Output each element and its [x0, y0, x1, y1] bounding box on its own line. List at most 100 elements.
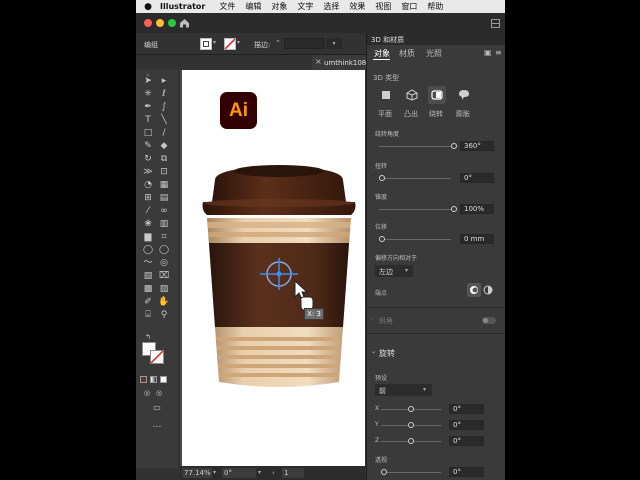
zoom-window-button[interactable]	[168, 19, 176, 27]
mesh-tool-icon[interactable]: ⊞	[142, 193, 154, 204]
rectangle-tool-icon[interactable]: □	[142, 128, 154, 139]
menu-select[interactable]: 选择	[323, 1, 339, 12]
perspective-grid-tool-icon[interactable]: ▦	[158, 180, 170, 191]
cap-on-button[interactable]	[467, 283, 481, 297]
stroke-dropdown-icon[interactable]: ▾	[237, 39, 240, 46]
eraser-tool-icon[interactable]: ◆	[158, 141, 170, 152]
shift-slider-knob[interactable]	[379, 236, 385, 242]
twirl-tool-icon[interactable]: ◎	[158, 258, 170, 269]
rotate-x-field[interactable]: 0°	[449, 404, 484, 414]
width-tool-icon[interactable]: ≫	[142, 167, 154, 178]
render-settings-icon[interactable]: ▣	[484, 48, 492, 57]
stroke-stepper[interactable]: ⌃	[275, 39, 281, 47]
image-trace-tool-icon[interactable]: ▩	[142, 284, 154, 295]
inflate-type-icon[interactable]	[458, 89, 470, 101]
bevel-toggle[interactable]	[482, 317, 496, 324]
preset-dropdown[interactable]: 前 ▾	[375, 384, 432, 396]
paintbrush-tool-icon[interactable]: /	[158, 128, 170, 139]
column-graph-tool-icon[interactable]: ▥	[158, 219, 170, 230]
bar-graph-tool-icon[interactable]: ▆	[142, 232, 154, 243]
edit-toolbar-icon[interactable]: …	[151, 420, 163, 431]
taper-field[interactable]: 100%	[460, 204, 494, 214]
draw-behind-icon[interactable]: ◎	[153, 388, 165, 399]
tab-materials[interactable]: 材质	[399, 48, 415, 59]
stroke-swatch[interactable]	[224, 38, 236, 50]
rotate-z-slider-knob[interactable]	[408, 438, 414, 444]
magic-wand-tool-icon[interactable]: ✳	[142, 89, 154, 100]
apple-icon[interactable]: ●	[136, 2, 160, 12]
shape-builder-tool-icon[interactable]: ◔	[142, 180, 154, 191]
shaper-tool-icon[interactable]: ✎	[142, 141, 154, 152]
plane-type-icon[interactable]	[380, 89, 392, 101]
free-transform-tool-icon[interactable]: ⊡	[158, 167, 170, 178]
rotate-tool-icon[interactable]: ↻	[142, 154, 154, 165]
warp-tool-icon[interactable]: 〜	[142, 258, 154, 269]
zoom-dropdown-icon[interactable]: ▾	[213, 468, 216, 478]
menu-view[interactable]: 视图	[375, 1, 391, 12]
fill-dropdown-icon[interactable]: ▾	[213, 39, 216, 46]
gradient-mode-icon[interactable]	[150, 376, 157, 383]
artboard-tool-icon[interactable]: ⌗	[158, 232, 170, 243]
rotate-view-field[interactable]: 0°	[222, 468, 256, 478]
cap-off-icon[interactable]	[483, 285, 493, 295]
scale-tool-icon[interactable]: ⧉	[158, 154, 170, 165]
revolve-axis-dropdown[interactable]: 左边 ▾	[375, 265, 413, 277]
artboard[interactable]: Ai X: 3	[182, 70, 365, 466]
close-window-button[interactable]	[144, 19, 152, 27]
eyedropper-tool-icon[interactable]: ⁄	[142, 206, 154, 217]
chart-tool-icon[interactable]: ▧	[142, 271, 154, 282]
home-icon[interactable]	[179, 18, 190, 28]
rotate-z-field[interactable]: 0°	[449, 436, 484, 446]
revolve-angle-slider-knob[interactable]	[451, 143, 457, 149]
arrange-documents-icon[interactable]	[491, 19, 500, 28]
rotation-collapse-icon[interactable]: ⌄	[371, 348, 376, 355]
color-mode-icon[interactable]	[140, 376, 147, 383]
close-tab-icon[interactable]: ×	[315, 57, 322, 66]
line-tool-icon[interactable]: ╲	[158, 115, 170, 126]
twist-field[interactable]: 0°	[460, 173, 494, 183]
taper-slider-knob[interactable]	[451, 206, 457, 212]
pencil-tool-icon[interactable]: ✐	[142, 297, 154, 308]
previous-artboard-icon[interactable]: ‹	[272, 468, 275, 478]
stroke-weight-input[interactable]	[284, 38, 324, 49]
draw-normal-icon[interactable]: ◎	[141, 388, 153, 399]
none-mode-icon[interactable]	[160, 376, 167, 383]
lasso-tool-icon[interactable]: ℓ	[158, 89, 170, 100]
perspective-slider-knob[interactable]	[381, 469, 387, 475]
zoom-tool-icon[interactable]: ⚲	[158, 310, 170, 321]
zoom-level-field[interactable]: 77.14%	[182, 468, 212, 478]
artboard-number-field[interactable]: 1	[282, 468, 304, 478]
menu-app-name[interactable]: Illustrator	[160, 2, 205, 11]
menu-file[interactable]: 文件	[219, 1, 235, 12]
tab-lighting[interactable]: 光照	[426, 48, 442, 59]
slice-tool-icon[interactable]: ◯	[142, 245, 154, 256]
curvature-tool-icon[interactable]: ∫	[158, 102, 170, 113]
rotate-x-slider-knob[interactable]	[408, 406, 414, 412]
twist-slider-knob[interactable]	[379, 175, 385, 181]
perspective-slider-track[interactable]	[381, 472, 441, 473]
menu-effect[interactable]: 效果	[349, 1, 365, 12]
artboard-nav-tool-icon[interactable]: ⌸	[142, 310, 154, 321]
shift-slider-track[interactable]	[379, 239, 451, 240]
extrude-type-icon[interactable]	[406, 89, 418, 101]
type-tool-icon[interactable]: T	[142, 115, 154, 126]
stroke-color-box[interactable]	[150, 350, 164, 364]
coffee-cup-artwork[interactable]	[196, 160, 366, 400]
taper-slider-track[interactable]	[379, 209, 451, 210]
fill-swatch[interactable]	[200, 38, 212, 50]
direct-selection-tool-icon[interactable]: ▸	[158, 76, 170, 87]
angle-dropdown-icon[interactable]: ▾	[258, 468, 261, 478]
crop-tool-icon[interactable]: ⌧	[158, 271, 170, 282]
revolve-angle-field[interactable]: 360°	[460, 141, 494, 151]
revolve-type-button[interactable]	[428, 86, 446, 104]
menu-help[interactable]: 帮助	[427, 1, 443, 12]
menu-object[interactable]: 对象	[271, 1, 287, 12]
ellipse-tool-icon[interactable]: ◯	[158, 245, 170, 256]
bevel-expand-icon[interactable]: ›	[371, 316, 373, 323]
gradient-tool-icon[interactable]: ▤	[158, 193, 170, 204]
revolve-angle-slider-track[interactable]	[379, 146, 451, 147]
pen-tool-icon[interactable]: ✒	[142, 102, 154, 113]
shift-field[interactable]: 0 mm	[460, 234, 494, 244]
print-tiling-tool-icon[interactable]: ▨	[158, 284, 170, 295]
menu-edit[interactable]: 编辑	[245, 1, 261, 12]
